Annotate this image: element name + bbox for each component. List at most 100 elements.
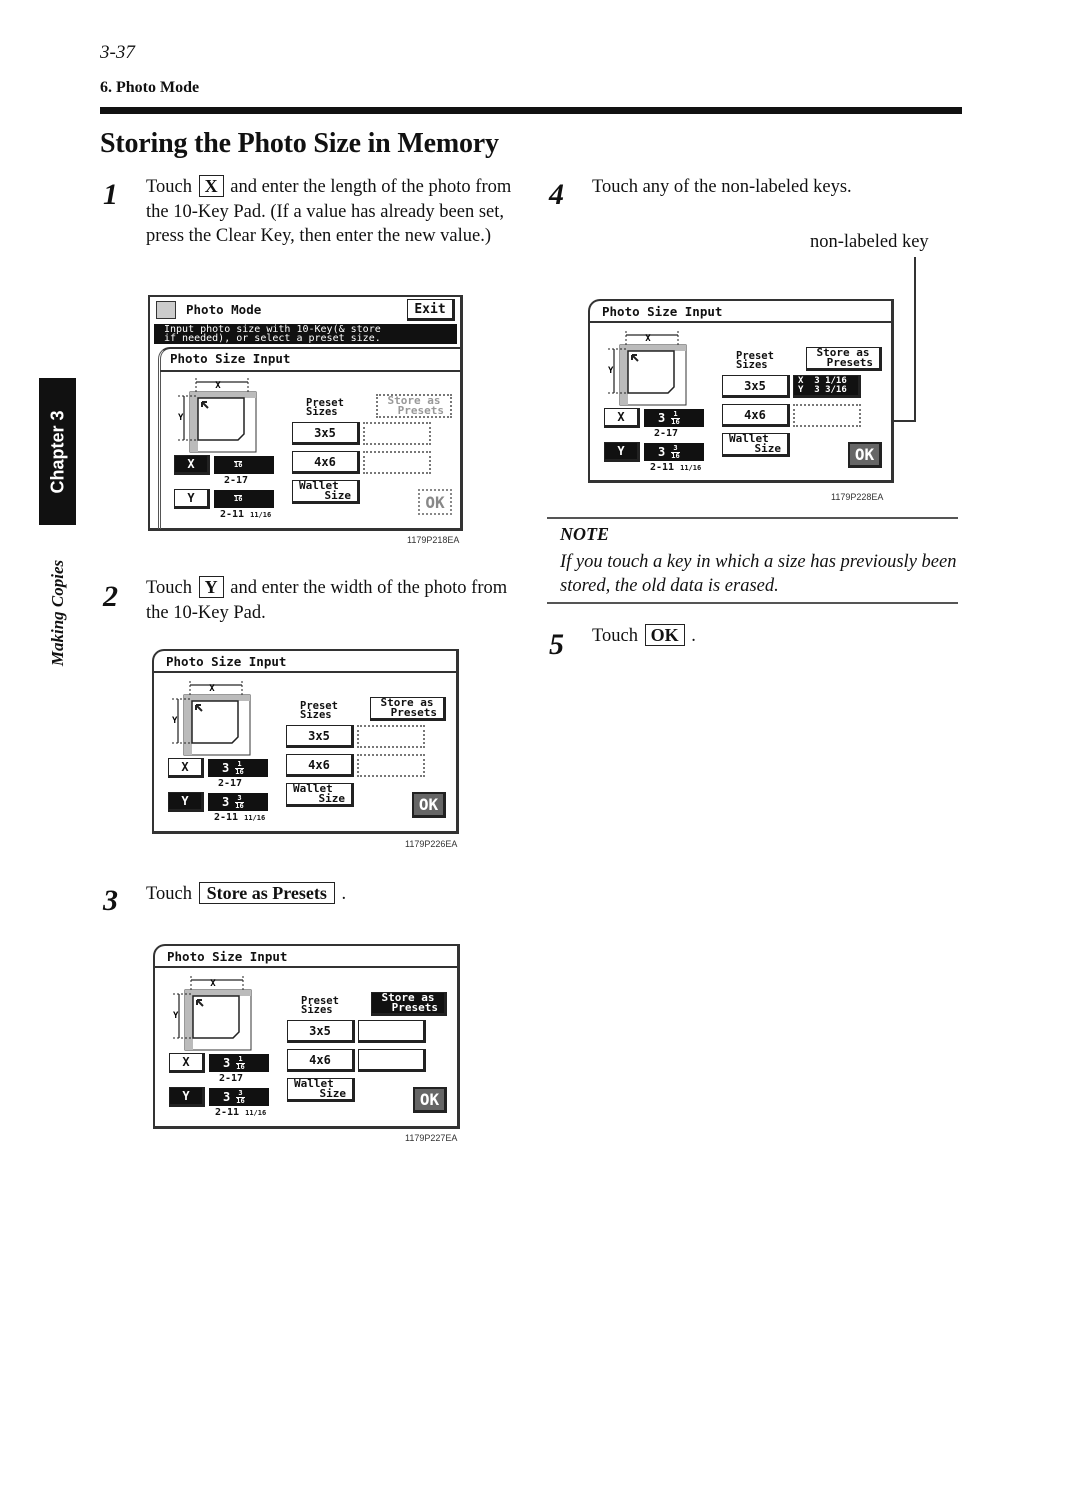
key-ok-reference: OK	[644, 624, 685, 646]
x-value: 3	[223, 1056, 231, 1070]
photo-size-diagram: XY	[608, 331, 688, 411]
stored-preset-key[interactable]: X 3 1/16 Y 3 3/16	[793, 375, 861, 398]
step-5-text: Touch OK .	[592, 624, 696, 649]
step-number: 1	[103, 178, 118, 211]
y-key[interactable]: Y	[604, 442, 640, 462]
preset-wallet-button[interactable]: Wallet Size	[286, 783, 354, 807]
x-frac-denominator: 16	[236, 1062, 245, 1071]
step-2-text: Touch Y and enter the width of the photo…	[146, 576, 516, 625]
photo-size-input-screen: Photo Size Input X Y X 3 1 16 2-17 Y 3 3 16 2-11 11/…	[153, 944, 460, 1129]
y-range-fraction: 11/16	[680, 464, 702, 472]
panel-title: Photo Size Input	[167, 949, 288, 964]
y-range: 2-11 11/16	[214, 812, 265, 823]
preset-sizes-label: Preset Sizes	[301, 996, 339, 1016]
preset-4x6-button[interactable]: 4x6	[722, 404, 790, 427]
figure-code: 1179P226EA	[405, 839, 458, 849]
key-y-reference: Y	[198, 576, 224, 598]
ok-button[interactable]: OK	[418, 489, 452, 515]
x-range: 2-17	[654, 428, 679, 439]
page-number: 3-37	[100, 42, 135, 63]
ok-button[interactable]: OK	[848, 442, 882, 468]
step-text-pre: Touch	[146, 578, 192, 598]
exit-button[interactable]: Exit	[407, 299, 455, 321]
step-1-text: Touch X and enter the length of the phot…	[146, 175, 516, 249]
y-range-fraction: 11/16	[245, 1109, 267, 1117]
step-number: 2	[103, 580, 118, 613]
panel-title: Photo Size Input	[170, 351, 291, 366]
svg-text:X: X	[645, 334, 651, 344]
y-value-display: 16	[214, 490, 274, 508]
svg-text:X: X	[215, 381, 221, 391]
store-label-line: Presets	[391, 1001, 438, 1014]
step-number: 5	[549, 628, 564, 661]
x-key[interactable]: X	[604, 408, 640, 428]
preset-3x5-button[interactable]: 3x5	[286, 725, 354, 748]
preset-label-line: Sizes	[301, 1004, 333, 1016]
instruction-line: if needed), or select a preset size.	[164, 333, 381, 344]
y-range-fraction: 11/16	[244, 814, 266, 822]
y-key[interactable]: Y	[169, 1087, 205, 1107]
wallet-label-line: Size	[318, 792, 346, 805]
note-title: NOTE	[560, 524, 609, 544]
svg-text:X: X	[209, 684, 215, 694]
side-section-label: Making Copies	[39, 545, 76, 680]
x-key[interactable]: X	[168, 758, 204, 778]
non-labeled-key[interactable]	[363, 422, 431, 445]
y-key[interactable]: Y	[168, 792, 204, 812]
figure-code: 1179P218EA	[407, 535, 460, 545]
y-range: 2-11 11/16	[215, 1107, 266, 1118]
callout-label: non-labeled key	[810, 232, 929, 252]
preset-3x5-button[interactable]: 3x5	[292, 422, 360, 445]
preset-3x5-button[interactable]: 3x5	[287, 1020, 355, 1043]
y-range-value: 2-11	[215, 1107, 240, 1118]
preset-wallet-button[interactable]: Wallet Size	[722, 433, 790, 457]
ok-button[interactable]: OK	[413, 1087, 447, 1113]
svg-text:Y: Y	[172, 716, 178, 726]
panel-title: Photo Size Input	[602, 304, 723, 319]
x-range: 2-17	[219, 1073, 244, 1084]
preset-label-line: Sizes	[736, 359, 768, 371]
x-key[interactable]: X	[174, 455, 210, 475]
svg-text:Y: Y	[608, 366, 614, 376]
y-frac-denominator: 16	[236, 1096, 245, 1105]
note-rule-top	[547, 517, 958, 519]
preset-3x5-button[interactable]: 3x5	[722, 375, 790, 398]
non-labeled-key[interactable]	[358, 1049, 426, 1072]
store-as-presets-button[interactable]: Store as Presets	[376, 394, 452, 418]
non-labeled-key[interactable]	[793, 404, 861, 427]
x-key[interactable]: X	[169, 1053, 205, 1073]
y-frac-denominator: 16	[671, 451, 680, 460]
y-key[interactable]: Y	[174, 489, 210, 509]
page-title: Storing the Photo Size in Memory	[100, 128, 499, 159]
non-labeled-key[interactable]	[357, 754, 425, 777]
store-as-presets-button[interactable]: Store as Presets	[371, 992, 447, 1016]
preset-label-line: Sizes	[300, 709, 332, 721]
chapter-tab: Chapter 3	[39, 378, 76, 525]
section-name: 6. Photo Mode	[100, 79, 200, 96]
photo-size-diagram: XY	[173, 976, 253, 1056]
preset-4x6-button[interactable]: 4x6	[287, 1049, 355, 1072]
store-as-presets-button[interactable]: Store as Presets	[370, 697, 446, 721]
step-3-text: Touch Store as Presets .	[146, 882, 516, 907]
preset-wallet-button[interactable]: Wallet Size	[287, 1078, 355, 1102]
wallet-label-line: Size	[754, 442, 782, 455]
non-labeled-key[interactable]	[358, 1020, 426, 1043]
preset-wallet-button[interactable]: Wallet Size	[292, 480, 360, 504]
x-value: 3	[658, 411, 666, 425]
non-labeled-key[interactable]	[363, 451, 431, 474]
preset-4x6-button[interactable]: 4x6	[292, 451, 360, 474]
photo-size-input-screen: Photo Size Input X Y X 3 1 16 2-17 Y 3 3 16 2-11 11/…	[152, 649, 459, 834]
y-frac-denominator: 16	[235, 801, 244, 810]
y-value: 3	[658, 445, 666, 459]
mode-title: Photo Mode	[186, 302, 262, 317]
ok-button[interactable]: OK	[412, 792, 446, 818]
store-as-presets-button[interactable]: Store as Presets	[806, 347, 882, 371]
store-label-line: Presets	[397, 404, 444, 417]
making-copies-label: Making Copies	[47, 559, 67, 666]
store-label-line: Presets	[826, 356, 873, 369]
preset-4x6-button[interactable]: 4x6	[286, 754, 354, 777]
store-label-line: Presets	[390, 706, 437, 719]
x-frac-denominator: 16	[234, 461, 243, 469]
panel-divider	[590, 321, 891, 323]
non-labeled-key[interactable]	[357, 725, 425, 748]
